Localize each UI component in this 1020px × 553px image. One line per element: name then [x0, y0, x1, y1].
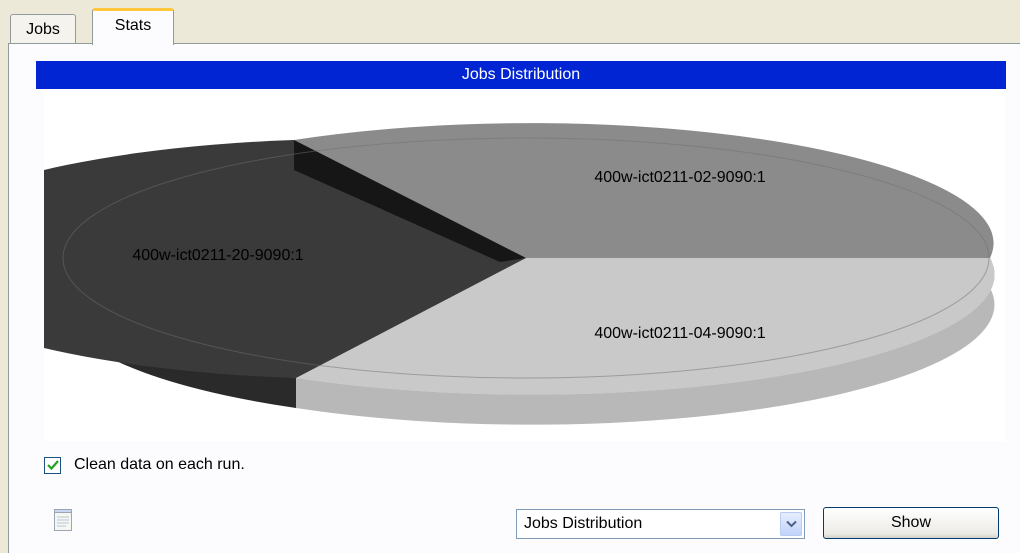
clean-data-option: Clean data on each run.: [44, 453, 245, 477]
clean-data-checkbox[interactable]: [44, 456, 61, 474]
chart-type-select[interactable]: Jobs Distribution: [516, 509, 805, 539]
pie-chart-svg: 400w-ict0211-02-9090:1 400w-ict0211-04-9…: [44, 123, 995, 425]
pie-chart: 400w-ict0211-02-9090:1 400w-ict0211-04-9…: [44, 89, 1006, 441]
show-button[interactable]: Show: [823, 507, 999, 539]
slice-label-ict0211-04: 400w-ict0211-04-9090:1: [594, 325, 765, 342]
checkmark-icon: [46, 460, 59, 471]
chart-type-select-value: Jobs Distribution: [524, 515, 643, 532]
slice-label-ict0211-02: 400w-ict0211-02-9090:1: [594, 169, 765, 186]
tab-stats[interactable]: Stats: [92, 8, 174, 45]
tab-jobs[interactable]: Jobs: [10, 14, 76, 44]
chart-title: Jobs Distribution: [36, 61, 1006, 89]
chevron-down-icon[interactable]: [780, 512, 802, 536]
slice-label-ict0211-20: 400w-ict0211-20-9090:1: [132, 247, 303, 264]
notepad-icon[interactable]: [53, 508, 73, 532]
clean-data-label: Clean data on each run.: [74, 456, 245, 473]
tab-strip: Jobs Stats: [0, 0, 1020, 45]
